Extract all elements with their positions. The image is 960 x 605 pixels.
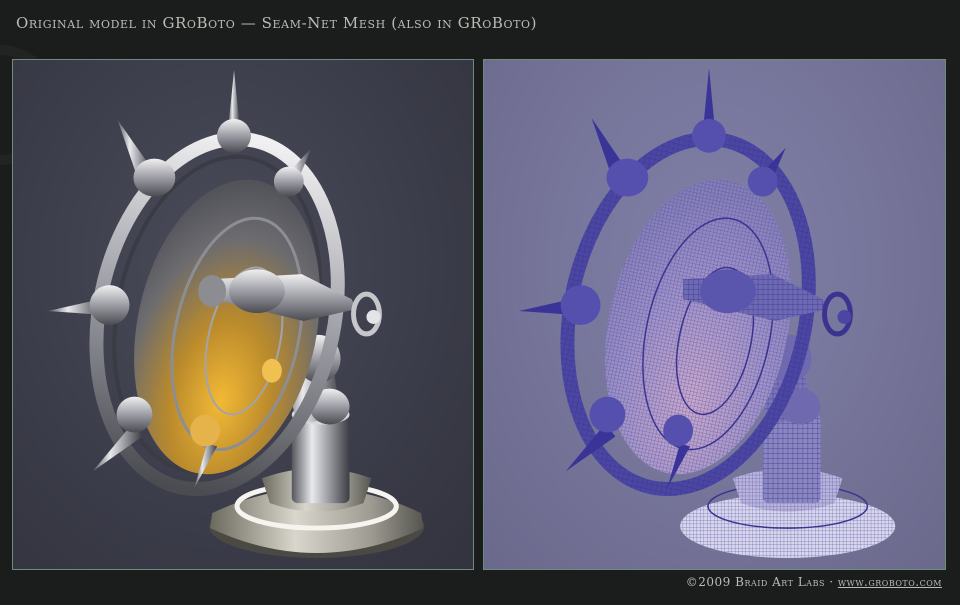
page-title: Original model in GRoBoto — Seam-Net Mes… bbox=[16, 14, 538, 32]
groboto-link[interactable]: www.groboto.com bbox=[838, 575, 942, 589]
footer: ©2009 Braid Art Labs · www.groboto.com bbox=[686, 575, 942, 589]
render-panel bbox=[12, 59, 474, 570]
rendered-model-image bbox=[47, 70, 425, 558]
mesh-panel bbox=[483, 59, 946, 570]
copyright-text: ©2009 Braid Art Labs · bbox=[685, 575, 838, 589]
seam-net-mesh-image bbox=[518, 68, 896, 558]
